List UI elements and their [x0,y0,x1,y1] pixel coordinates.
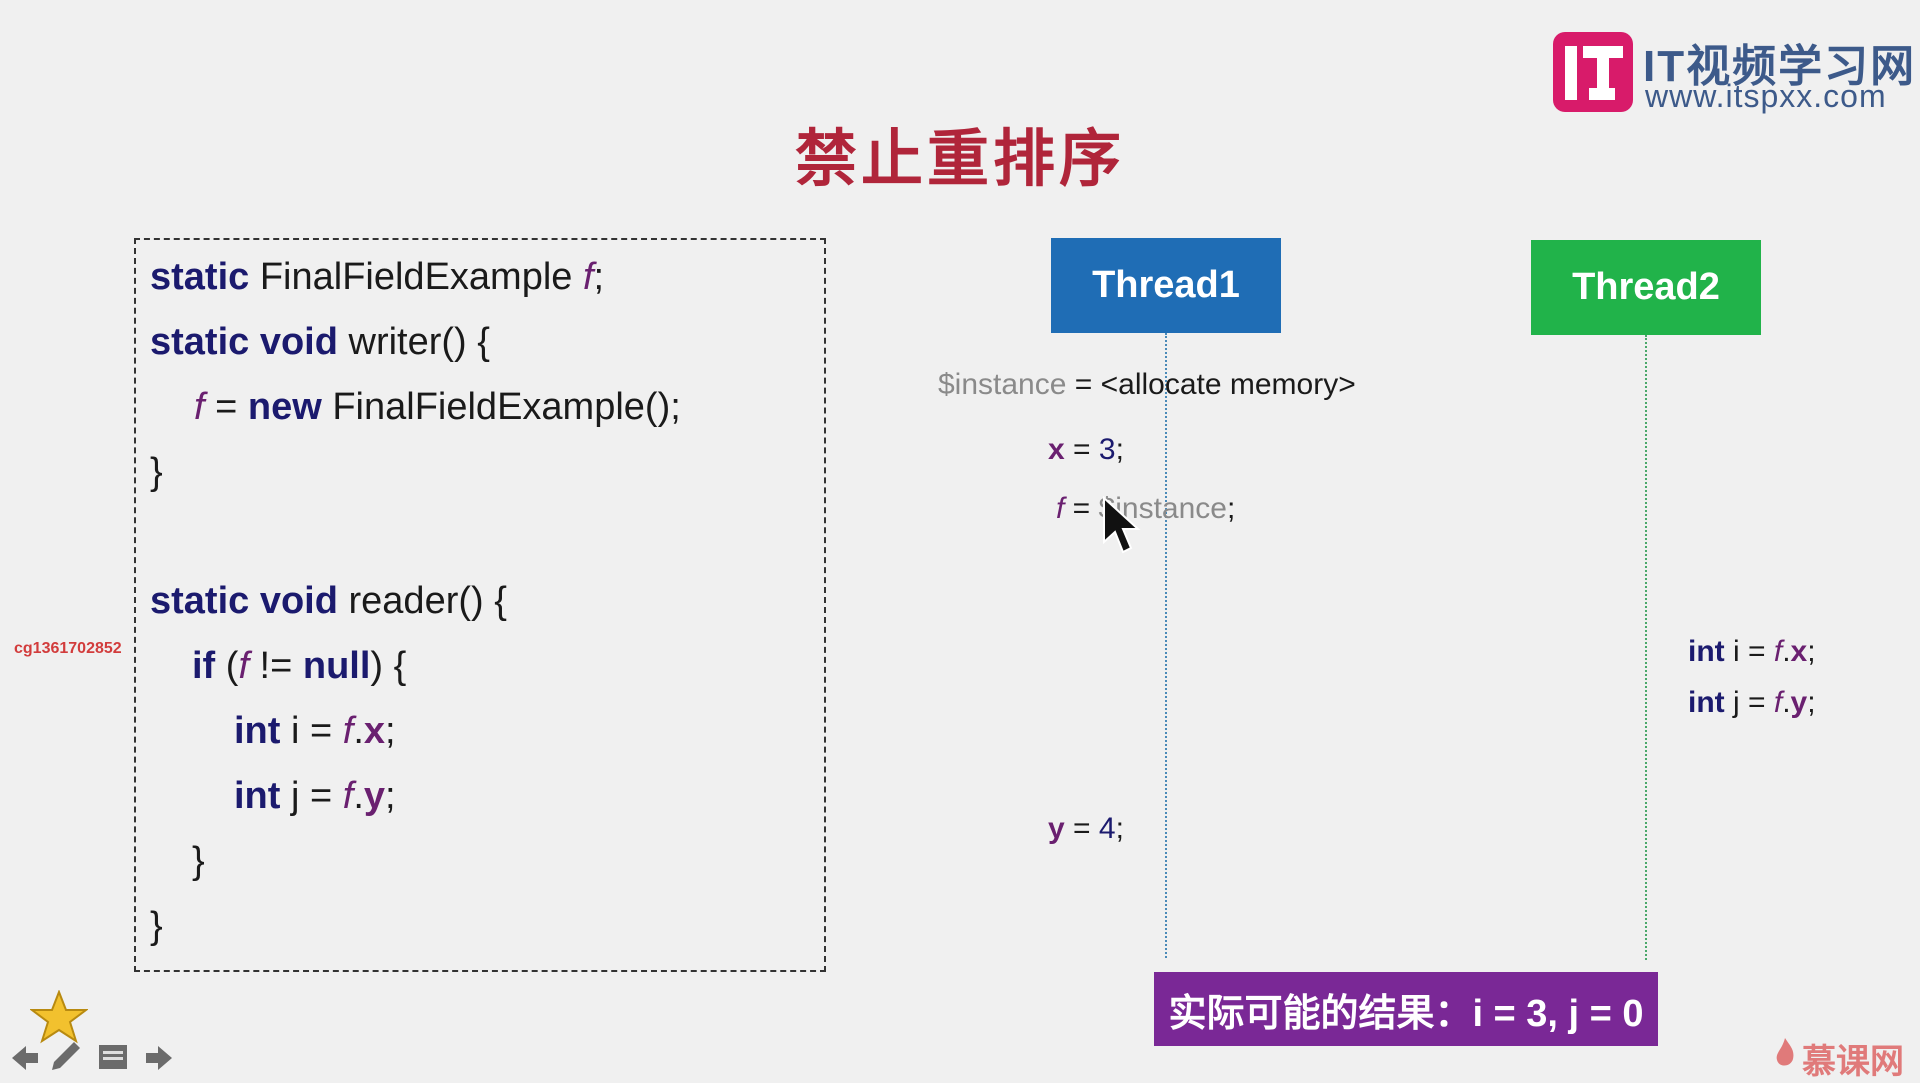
op-text: ; [1807,635,1816,668]
code-keyword: static [150,256,250,298]
code-text: j = [280,775,343,817]
op-field: y [1048,812,1065,845]
op-text: = [1064,492,1099,525]
code-text: FinalFieldExample(); [321,386,681,428]
op-text: $instance [938,368,1067,401]
code-keyword: null [302,645,371,687]
code-line-1: static FinalFieldExample f; [150,256,604,299]
code-box: static FinalFieldExample f; static void … [134,238,826,972]
op-text: ; [1115,812,1124,845]
code-keyword: static void [150,321,338,363]
code-line-10: } [150,905,163,948]
site-logo[interactable]: IT视频学习网 www.itspxx.com [1553,30,1914,114]
code-line-9: } [192,840,205,883]
code-text: ; [385,775,396,817]
result-banner: 实际可能的结果：i = 3, j = 0 [1154,972,1658,1046]
footer-brand-text: 慕课网 [1802,1043,1904,1081]
thread2-timeline [1645,335,1647,960]
code-text: ( [215,645,239,687]
code-text: FinalFieldExample [249,256,583,298]
thread1-timeline [1165,333,1167,958]
code-text: } [150,905,163,947]
op-text: . [1782,635,1791,668]
menu-icon[interactable] [98,1044,128,1070]
code-variable: f [238,645,249,687]
code-line-5: static void reader() { [150,580,507,623]
code-field: x [363,710,386,752]
code-text: . [353,710,364,752]
op-text: j = [1724,686,1774,719]
star-icon[interactable] [30,990,88,1044]
flame-icon [1776,1038,1794,1066]
thread2-op-j: int j = f.y; [1688,686,1816,720]
code-line-3: f = new FinalFieldExample(); [194,386,681,429]
op-text: = [1064,812,1099,845]
pen-icon[interactable] [50,1040,82,1072]
code-text: } [150,451,163,493]
arrow-right-icon[interactable] [144,1044,174,1072]
code-text: ; [593,256,605,298]
op-keyword: int [1688,635,1725,668]
op-text: ; [1226,492,1236,525]
code-text: i = [280,710,343,752]
code-variable: f [582,256,594,298]
code-line-2: static void writer() { [150,321,490,364]
op-variable: f [1773,635,1783,668]
slide-title: 禁止重排序 [794,125,1125,194]
code-keyword: int [234,710,281,752]
op-keyword: int [1688,686,1725,719]
thread1-op-x: x = 3; [1048,433,1124,467]
arrow-left-icon[interactable] [10,1044,40,1072]
code-keyword: int [234,775,281,817]
it-logo-icon [1553,32,1633,112]
presentation-controls [6,988,186,1076]
code-variable: f [194,386,205,428]
watermark-id: cg1361702852 [14,640,122,657]
thread1-header: Thread1 [1051,238,1281,333]
slide: IT视频学习网 www.itspxx.com 禁止重排序 static Fina… [0,0,1920,1081]
op-text: i = [1724,635,1774,668]
code-text: } [192,840,205,882]
code-text: . [353,775,364,817]
code-keyword: new [247,386,322,428]
code-line-8: int j = f.y; [234,775,396,818]
thread1-op-allocate: $instance = <allocate memory> [938,368,1356,402]
thread1-op-y: y = 4; [1048,812,1124,846]
mouse-pointer-icon [1103,496,1141,554]
code-text: reader() { [337,580,507,622]
op-text: ; [1807,686,1816,719]
op-text: ; [1115,433,1124,466]
op-field: y [1790,686,1808,719]
op-variable: f [1773,686,1783,719]
code-text: writer() { [337,321,490,363]
op-field: x [1790,635,1808,668]
op-text: = <allocate memory> [1066,368,1356,401]
thread2-op-i: int i = f.x; [1688,635,1816,669]
thread1-op-f: f = $instance; [1056,492,1235,526]
code-keyword: static void [150,580,338,622]
code-line-7: int i = f.x; [234,710,396,753]
code-text: != [249,645,303,687]
code-text: ) { [370,645,407,687]
code-variable: f [342,710,354,752]
op-text: . [1782,686,1791,719]
code-keyword: if [192,645,216,687]
code-field: y [363,775,386,817]
op-number: 4 [1098,812,1116,845]
op-field: x [1048,433,1065,466]
op-number: 3 [1098,433,1116,466]
op-text: = [1064,433,1099,466]
code-text: ; [385,710,396,752]
code-line-4: } [150,451,163,494]
code-line-6: if (f != null) { [192,645,406,688]
thread2-header: Thread2 [1531,240,1761,335]
code-variable: f [342,775,354,817]
code-text: = [204,386,248,428]
